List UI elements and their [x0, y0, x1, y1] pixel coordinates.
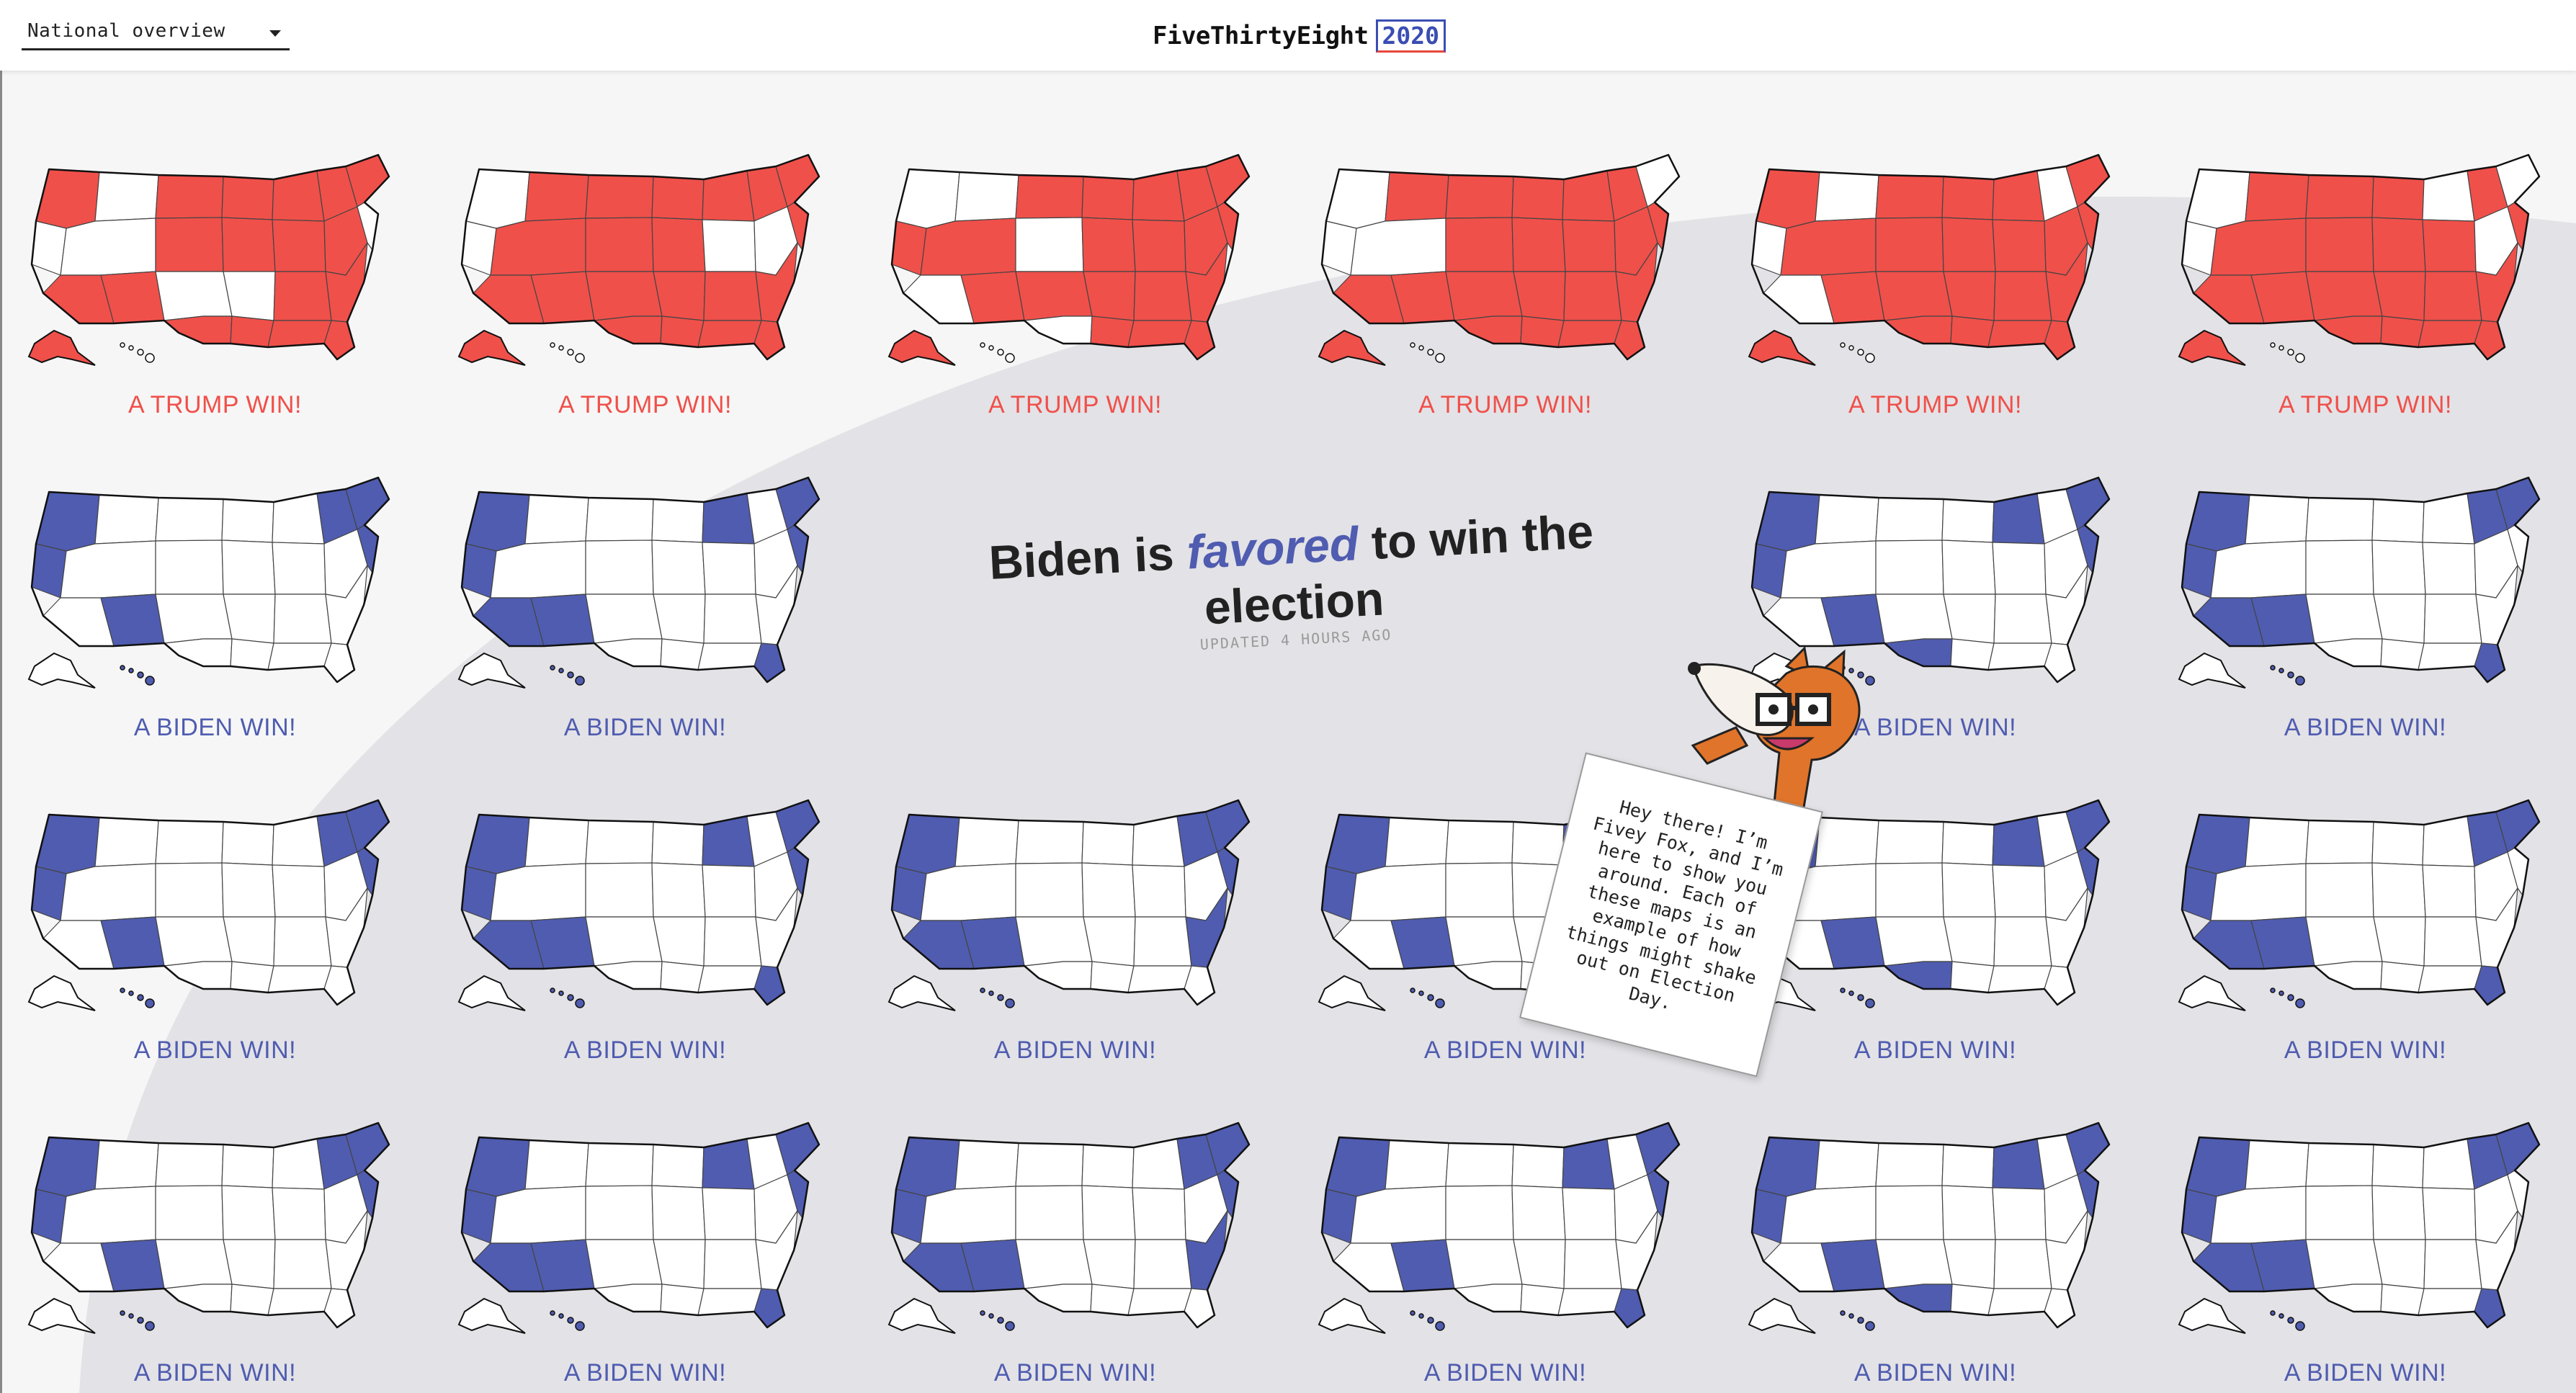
map-result-label: A BIDEN WIN!	[2284, 1359, 2447, 1387]
brand-year: 2020	[1375, 19, 1446, 53]
map-card[interactable]: A BIDEN WIN!	[0, 1051, 430, 1387]
us-electoral-map[interactable]	[2165, 1096, 2568, 1340]
map-result-label: A TRUMP WIN!	[1418, 391, 1592, 418]
us-electoral-map[interactable]	[1735, 127, 2138, 372]
chevron-down-icon	[269, 30, 281, 37]
brand-name: FiveThirtyEight	[1153, 22, 1369, 50]
view-dropdown-label: National overview	[27, 20, 225, 42]
us-electoral-map[interactable]	[444, 450, 848, 695]
map-card[interactable]: A BIDEN WIN!	[860, 728, 1290, 1064]
map-card[interactable]: A BIDEN WIN!	[430, 406, 860, 741]
map-card[interactable]: A BIDEN WIN!	[860, 1051, 1290, 1387]
us-electoral-map[interactable]	[1735, 1096, 2138, 1340]
us-electoral-map[interactable]	[14, 450, 418, 695]
us-electoral-map[interactable]	[2165, 127, 2568, 372]
us-electoral-map[interactable]	[444, 773, 848, 1018]
map-card[interactable]: A BIDEN WIN!	[2150, 406, 2576, 741]
us-electoral-map[interactable]	[444, 1096, 848, 1340]
view-dropdown[interactable]: National overview	[22, 13, 290, 50]
headline-favored: favored	[1185, 516, 1360, 579]
us-electoral-map[interactable]	[1305, 1096, 1708, 1340]
fox-speech-text: Hey there! I’m Fivey Fox, and I’m here t…	[1564, 796, 1786, 1014]
map-card[interactable]: A TRUMP WIN!	[2150, 83, 2576, 418]
map-card[interactable]: A TRUMP WIN!	[430, 83, 860, 418]
map-card[interactable]: A BIDEN WIN!	[430, 1051, 860, 1387]
us-electoral-map[interactable]	[2165, 773, 2568, 1018]
us-electoral-map[interactable]	[875, 773, 1278, 1018]
map-result-label: A TRUMP WIN!	[988, 391, 1162, 418]
map-card[interactable]: A BIDEN WIN!	[0, 406, 430, 741]
map-card[interactable]: A BIDEN WIN!	[430, 728, 860, 1064]
map-result-label: A BIDEN WIN!	[1423, 1359, 1587, 1387]
map-card[interactable]: A TRUMP WIN!	[860, 83, 1290, 418]
map-card[interactable]: A TRUMP WIN!	[1290, 83, 1720, 418]
us-electoral-map[interactable]	[14, 773, 418, 1018]
map-card[interactable]: A BIDEN WIN!	[0, 728, 430, 1064]
headline-part1: Biden is	[988, 525, 1189, 589]
us-electoral-map[interactable]	[2165, 450, 2568, 695]
top-bar: National overview FiveThirtyEight 2020	[0, 0, 2576, 71]
map-result-label: A BIDEN WIN!	[133, 1359, 297, 1387]
map-result-label: A BIDEN WIN!	[993, 1359, 1157, 1387]
map-card[interactable]: A BIDEN WIN!	[1290, 1051, 1720, 1387]
map-result-label: A BIDEN WIN!	[563, 1359, 727, 1387]
map-card[interactable]: A TRUMP WIN!	[1720, 83, 2150, 418]
map-result-label: A BIDEN WIN!	[1853, 1359, 2017, 1387]
us-electoral-map[interactable]	[1305, 127, 1708, 372]
map-card[interactable]: A BIDEN WIN!	[2150, 1051, 2576, 1387]
maps-grid: A TRUMP WIN! A TRUMP WIN! A TRUMP WIN! A TR…	[0, 0, 2576, 1393]
us-electoral-map[interactable]	[875, 1096, 1278, 1340]
map-card[interactable]: A BIDEN WIN!	[1720, 1051, 2150, 1387]
map-card[interactable]: A TRUMP WIN!	[0, 83, 430, 418]
us-electoral-map[interactable]	[14, 1096, 418, 1340]
brand-logo[interactable]: FiveThirtyEight 2020	[1153, 14, 1446, 58]
map-card[interactable]: A BIDEN WIN!	[2150, 728, 2576, 1064]
us-electoral-map[interactable]	[444, 127, 848, 372]
us-electoral-map[interactable]	[14, 127, 418, 372]
us-electoral-map[interactable]	[875, 127, 1278, 372]
